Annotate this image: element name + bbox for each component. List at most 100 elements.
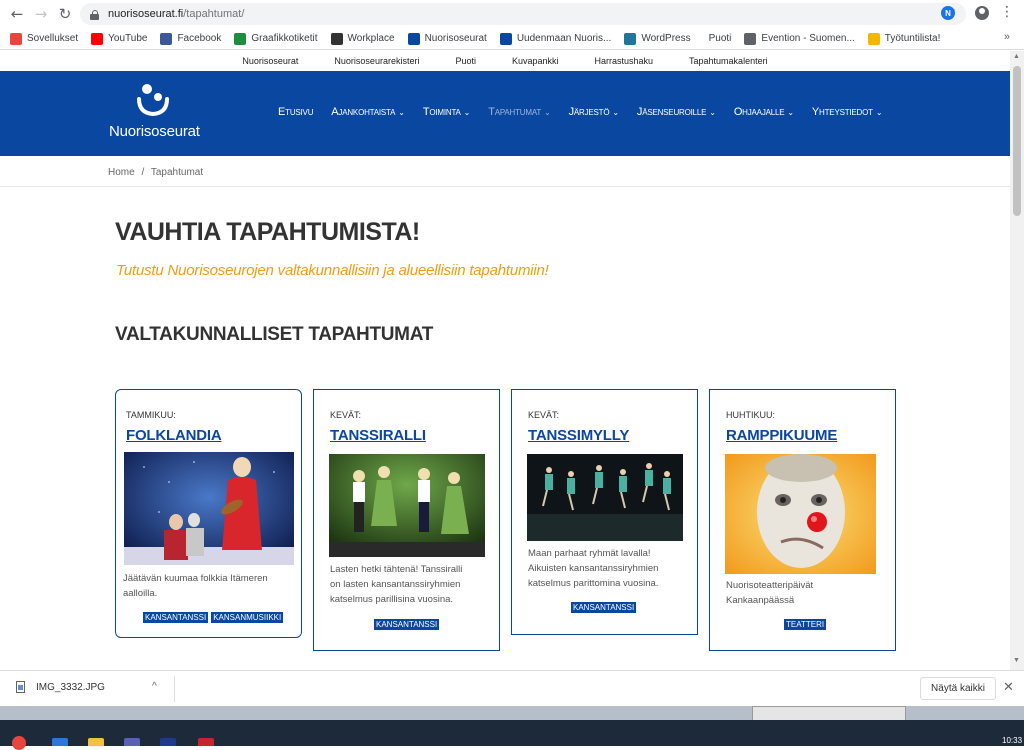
close-icon[interactable]: ✕: [1003, 679, 1014, 695]
bookmark-item[interactable]: Nuorisoseurat: [407, 32, 487, 45]
nav-item-label: Järjestö: [568, 106, 610, 118]
event-photo[interactable]: [527, 454, 683, 541]
nav-item-ajankohtaista[interactable]: Ajankohtaista ⌄: [331, 106, 405, 118]
chevron-down-icon: ⌄: [787, 108, 794, 117]
event-card-folklandia[interactable]: TAMMIKUU: FOLKLANDIA Jäätävän kuumaa fol…: [115, 389, 302, 638]
scroll-up-icon[interactable]: ▲: [1013, 53, 1020, 60]
bookmark-label: Graafikkotiketit: [251, 33, 318, 44]
bookmark-item[interactable]: Puoti: [704, 33, 732, 45]
event-photo[interactable]: [124, 452, 294, 565]
bookmark-item[interactable]: Workplace: [330, 32, 395, 45]
folder-taskbar-icon[interactable]: [88, 738, 104, 746]
event-photo[interactable]: [329, 454, 485, 557]
top-link[interactable]: Nuorisoseurat: [242, 56, 298, 66]
browser-toolbar: ← → ↻ nuorisoseurat.fi/tapahtumat/ ☆ N ⋮: [0, 0, 1024, 28]
nav-item-tapahtumat[interactable]: Tapahtumat ⌄: [488, 106, 551, 118]
nav-item-label: Ohjaajalle: [733, 106, 785, 118]
breadcrumb-separator: /: [141, 167, 145, 178]
forward-icon[interactable]: →: [29, 2, 53, 26]
bookmark-label: Uudenmaan Nuoris...: [516, 33, 612, 44]
logo-text: Nuorisoseurat: [109, 123, 200, 140]
tag-badge[interactable]: KANSANMUSIIKKI: [211, 612, 284, 623]
logo-icon: [137, 84, 169, 117]
profile-icon[interactable]: [975, 6, 989, 20]
bookmark-item[interactable]: Työtuntilista!: [867, 32, 940, 45]
url-host: nuorisoseurat.fi: [108, 8, 184, 20]
site-logo[interactable]: Nuorisoseurat: [109, 83, 200, 145]
top-link[interactable]: Harrastushaku: [595, 56, 654, 66]
breadcrumb: Home / Tapahtumat: [0, 156, 1010, 187]
event-card-ramppikuume[interactable]: HUHTIKUU: RAMPPIKUUME Nuorisoteatteripäi…: [709, 389, 896, 651]
nav-item-etusivu[interactable]: Etusivu: [278, 106, 313, 118]
edge-taskbar-icon[interactable]: [52, 738, 68, 746]
download-file-name[interactable]: IMG_3332.JPG: [36, 682, 105, 693]
page-scrollbar[interactable]: ▲ ▼: [1010, 51, 1024, 670]
top-link[interactable]: Tapahtumakalenteri: [689, 56, 768, 66]
card-description: Lasten hetki tähtenä! Tanssiralli on las…: [330, 564, 463, 605]
bookmark-label: Sovellukset: [27, 33, 79, 44]
event-card-tanssiralli[interactable]: KEVÄT: TANSSIRALLI Lasten hetki tähtenä!…: [313, 389, 500, 651]
top-link[interactable]: Puoti: [455, 56, 476, 66]
bookmark-item[interactable]: YouTube: [91, 32, 147, 45]
bookmark-item[interactable]: Graafikkotiketit: [234, 32, 318, 45]
scroll-down-icon[interactable]: ▼: [1013, 657, 1020, 664]
os-taskbar: 10:33: [0, 720, 1024, 750]
card-title-link[interactable]: TANSSIRALLI: [330, 427, 426, 444]
bookmark-favicon-icon: [160, 32, 173, 45]
nav-item-ohjaajalle[interactable]: Ohjaajalle ⌄: [734, 106, 794, 118]
scroll-thumb[interactable]: [1013, 66, 1021, 216]
acrobat-taskbar-icon[interactable]: [198, 738, 214, 746]
card-description: Maan parhaat ryhmät lavalla! Aikuisten k…: [528, 548, 659, 589]
reload-icon[interactable]: ↻: [53, 2, 77, 26]
download-shelf: IMG_3332.JPG ^ Näytä kaikki ✕: [0, 670, 1024, 706]
back-icon[interactable]: ←: [5, 2, 29, 26]
bookmarks-bar: Sovellukset YouTube Facebook Graafikkotiket…: [0, 28, 1024, 50]
top-link[interactable]: Kuvapankki: [512, 56, 559, 66]
address-bar[interactable]: nuorisoseurat.fi/tapahtumat/ ☆: [80, 3, 966, 25]
more-bookmarks-icon[interactable]: »: [1004, 31, 1010, 43]
card-month: HUHTIKUU:: [726, 410, 775, 420]
show-all-downloads-button[interactable]: Näytä kaikki: [920, 677, 996, 700]
menu-icon[interactable]: ⋮: [1000, 4, 1014, 20]
card-description: Jäätävän kuumaa folkkia Itämeren aalloil…: [123, 573, 268, 599]
bookmark-item[interactable]: Evention - Suomen...: [744, 32, 855, 45]
teams-taskbar-icon[interactable]: [124, 738, 140, 746]
breadcrumb-home[interactable]: Home: [108, 167, 135, 178]
chevron-down-icon: ⌄: [544, 108, 551, 117]
card-title-link[interactable]: FOLKLANDIA: [126, 427, 222, 444]
card-tags: KANSANTANSSI: [571, 602, 637, 613]
tag-badge[interactable]: KANSANTANSSI: [374, 619, 440, 630]
tag-badge[interactable]: KANSANTANSSI: [143, 612, 209, 623]
chevron-down-icon: ⌄: [463, 108, 471, 117]
chevron-down-icon: ⌄: [398, 108, 405, 117]
top-link[interactable]: Nuorisoseurarekisteri: [334, 56, 419, 66]
nav-item-label: Yhteystiedot: [811, 106, 873, 118]
window-strip: [0, 706, 1024, 726]
extension-icon[interactable]: N: [941, 6, 955, 20]
chevron-up-icon[interactable]: ^: [152, 681, 157, 692]
bookmark-item[interactable]: Uudenmaan Nuoris...: [499, 32, 612, 45]
card-title-link[interactable]: RAMPPIKUUME: [726, 427, 837, 444]
chevron-down-icon: ⌄: [612, 108, 619, 117]
nav-item-yhteystiedot[interactable]: Yhteystiedot ⌄: [811, 106, 883, 118]
card-title-link[interactable]: TANSSIMYLLY: [528, 427, 629, 444]
bookmark-item[interactable]: WordPress: [624, 32, 691, 45]
card-tags: KANSANTANSSI KANSANMUSIIKKI: [143, 612, 284, 623]
chevron-down-icon: ⌄: [709, 108, 716, 117]
bookmark-favicon-icon: [867, 32, 880, 45]
tag-badge[interactable]: KANSANTANSSI: [571, 602, 637, 613]
nav-item-toiminta[interactable]: Toiminta ⌄: [423, 106, 471, 118]
tag-badge[interactable]: TEATTERI: [784, 619, 827, 630]
nav-item-järjestö[interactable]: Järjestö ⌄: [569, 106, 619, 118]
chrome-taskbar-icon[interactable]: [12, 736, 26, 750]
event-card-tanssimylly[interactable]: KEVÄT: TANSSIMYLLY Maan parhaat ryhmät l…: [511, 389, 698, 635]
bookmark-item[interactable]: Facebook: [160, 32, 221, 45]
event-photo[interactable]: [725, 454, 876, 574]
photoshop-taskbar-icon[interactable]: [160, 738, 176, 746]
nav-item-jäsenseuroille[interactable]: Jäsenseuroille ⌄: [637, 106, 716, 118]
bookmark-label: Evention - Suomen...: [761, 33, 855, 44]
bookmark-item[interactable]: Sovellukset: [10, 32, 79, 45]
nav-item-label: Tapahtumat: [488, 106, 542, 118]
bookmark-favicon-icon: [234, 32, 247, 45]
download-item[interactable]: IMG_3332.JPG: [16, 681, 105, 693]
